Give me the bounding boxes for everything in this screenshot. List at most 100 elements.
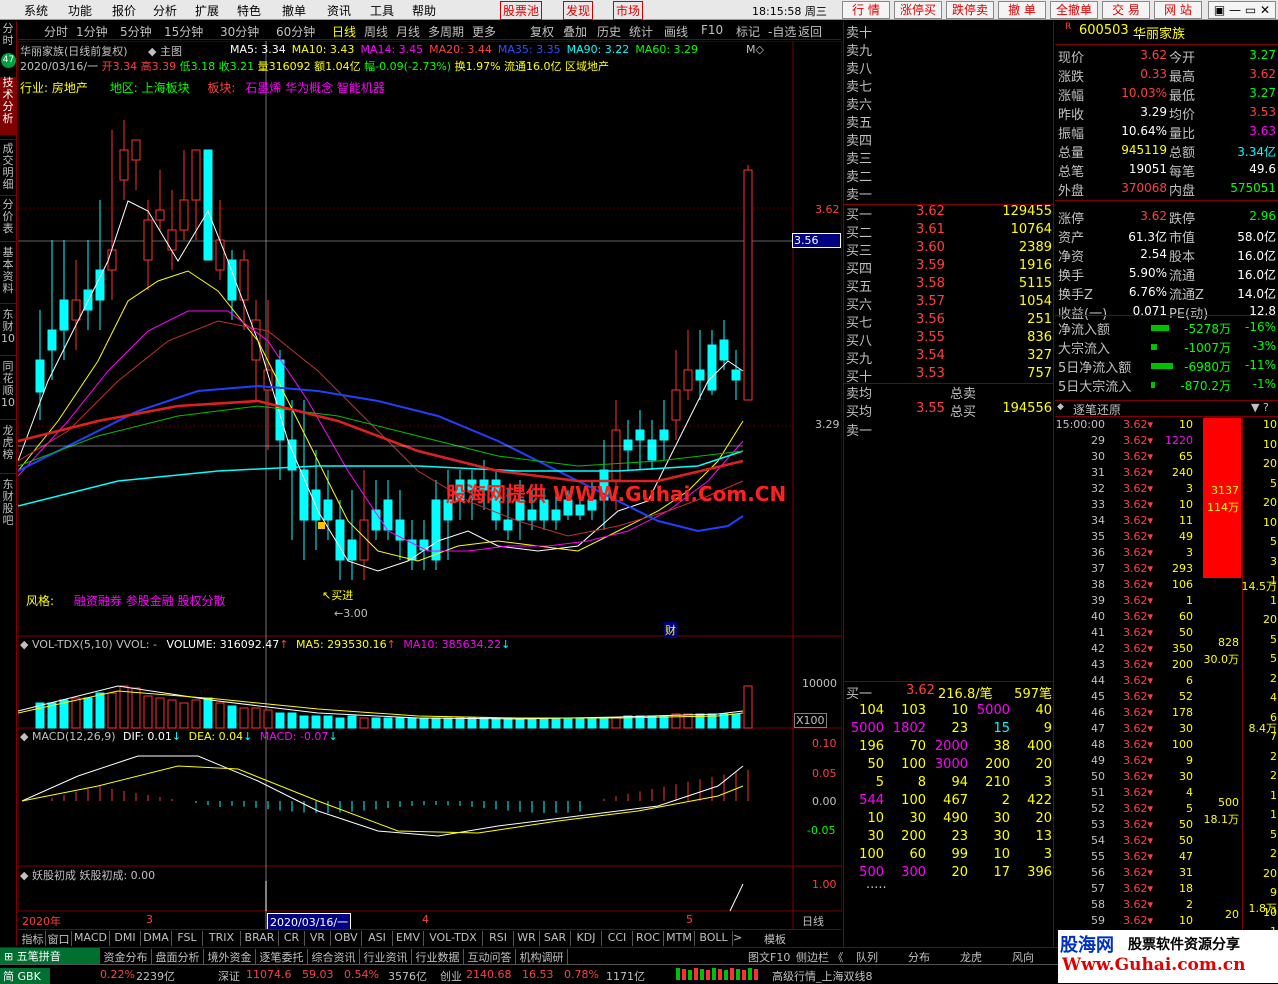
book-tab-0[interactable]: 队列	[856, 949, 878, 965]
buy-level-volume[interactable]: 327	[974, 348, 1052, 363]
buy-level-volume[interactable]: 836	[974, 330, 1052, 345]
indicator-tab-20[interactable]: MTM	[664, 931, 695, 946]
buy-level-price[interactable]: 3.57	[916, 294, 945, 309]
input-method[interactable]: ⊞ 五笔拼音	[0, 948, 100, 964]
buy-level-price[interactable]: 3.62	[916, 204, 945, 219]
book-tab-3[interactable]: 风向	[1012, 949, 1034, 965]
industry-value[interactable]: 房地产	[52, 81, 88, 95]
indicator-tab-13[interactable]: VOL-TDX	[424, 931, 483, 946]
indicator-tab-3[interactable]: DMI	[110, 931, 141, 946]
top-button-3[interactable]: 撤 单	[998, 1, 1046, 19]
period-8[interactable]: 月线	[396, 23, 420, 40]
indicator-tab-0[interactable]: 指标	[20, 931, 46, 946]
period-7[interactable]: 周线	[364, 23, 388, 40]
indicator-tab-15[interactable]: WR	[514, 931, 540, 946]
indicator-tab-19[interactable]: ROC	[633, 931, 664, 946]
indicator-tab-14[interactable]: RSI	[483, 931, 514, 946]
tab-dragon-tiger[interactable]: 龙虎榜	[0, 425, 16, 465]
macd-toggle-icon[interactable]: ◆	[20, 730, 28, 743]
menu-9[interactable]: 帮助	[412, 2, 436, 19]
function-tab-3[interactable]: 逐笔委托	[256, 949, 308, 965]
sidebar-toggle[interactable]: 侧边栏 《	[796, 949, 844, 965]
tool-4[interactable]: 画线	[664, 23, 688, 40]
menu-red-2[interactable]: 市场	[613, 1, 644, 20]
main-chart-toggle[interactable]: ◆ 主图	[148, 43, 182, 59]
book-tab-1[interactable]: 分布	[908, 949, 930, 965]
tool-7[interactable]: -自选	[768, 23, 796, 40]
buy-level-price[interactable]: 3.56	[916, 312, 945, 327]
book-tab-2[interactable]: 龙虎	[960, 949, 982, 965]
indicator-tab-5[interactable]: FSL	[172, 931, 203, 946]
buy-level-volume[interactable]: 757	[974, 366, 1052, 381]
buy-level-volume[interactable]: 2389	[974, 240, 1052, 255]
ime-indicator[interactable]: 简 GBK	[0, 968, 50, 984]
indicator-tab-4[interactable]: DMA	[141, 931, 172, 946]
tick-filter-icon[interactable]: ▼ ?	[1251, 401, 1269, 414]
style-values[interactable]: 融资融券 参股金融 股权分散	[74, 594, 226, 608]
function-tab-5[interactable]: 行业资讯	[360, 949, 412, 965]
function-tab-8[interactable]: 机构调研	[516, 949, 568, 965]
region-value[interactable]: 地区: 上海板块	[110, 81, 190, 95]
indicator-tab-10[interactable]: OBV	[331, 931, 362, 946]
buy-level-price[interactable]: 3.54	[916, 348, 945, 363]
notification-badge[interactable]: 47	[1, 53, 16, 68]
function-tab-7[interactable]: 互动问答	[464, 949, 516, 965]
tab-trade-detail[interactable]: 成交明细	[0, 143, 16, 191]
tab-ths-10[interactable]: 同花顺10	[0, 361, 16, 413]
menu-0[interactable]: 系统	[24, 2, 48, 19]
function-tab-1[interactable]: 盘面分析	[152, 949, 204, 965]
indicator-tab-1[interactable]: 窗口	[46, 931, 72, 946]
buy-level-price[interactable]: 3.58	[916, 276, 945, 291]
tool-5[interactable]: F10	[701, 23, 723, 37]
buy-level-volume[interactable]: 129455	[974, 204, 1052, 219]
menu-4[interactable]: 扩展	[195, 2, 219, 19]
f10-tab[interactable]: 图文F10	[748, 949, 790, 965]
indicator-tab-21[interactable]: BOLL	[695, 931, 733, 946]
function-tab-0[interactable]: 资金分布	[100, 949, 152, 965]
indicator-tab-8[interactable]: CR	[279, 931, 305, 946]
menu-red-1[interactable]: 发现	[563, 1, 594, 20]
menu-1[interactable]: 功能	[68, 2, 92, 19]
period-5[interactable]: 60分钟	[276, 23, 315, 40]
buy-level-volume[interactable]: 251	[974, 312, 1052, 327]
indicator-more-icon[interactable]: >	[733, 931, 742, 944]
menu-2[interactable]: 报价	[112, 2, 136, 19]
buy-level-volume[interactable]: 5115	[974, 276, 1052, 291]
menu-red-0[interactable]: 股票池	[500, 1, 543, 20]
tool-2[interactable]: 历史	[597, 23, 621, 40]
buy-level-volume[interactable]: 1054	[974, 294, 1052, 309]
xaxis-period[interactable]: 日线	[802, 913, 824, 929]
period-2[interactable]: 5分钟	[120, 23, 152, 40]
menu-7[interactable]: 资讯	[327, 2, 351, 19]
period-9[interactable]: 多周期	[428, 23, 464, 40]
yao-toggle-icon[interactable]: ◆	[20, 869, 28, 882]
indicator-tab-16[interactable]: SAR	[540, 931, 571, 946]
template-button[interactable]: 模板	[764, 931, 786, 947]
period-3[interactable]: 15分钟	[164, 23, 203, 40]
function-tab-4[interactable]: 综合资讯	[308, 949, 360, 965]
top-button-2[interactable]: 跌停卖	[946, 1, 994, 19]
tab-price-table[interactable]: 分价表	[0, 199, 16, 237]
indicator-tab-12[interactable]: EMV	[393, 931, 424, 946]
menu-5[interactable]: 特色	[237, 2, 261, 19]
buy-level-price[interactable]: 3.60	[916, 240, 945, 255]
indicator-tab-7[interactable]: BRAR	[241, 931, 279, 946]
buy-level-price[interactable]: 3.53	[916, 366, 945, 381]
top-button-1[interactable]: 涨停买	[894, 1, 942, 19]
indicator-tab-17[interactable]: KDJ	[571, 931, 602, 946]
top-button-6[interactable]: 网 站	[1154, 1, 1202, 19]
tool-8[interactable]: 返回	[798, 23, 822, 40]
tool-3[interactable]: 统计	[629, 23, 653, 40]
buy-level-volume[interactable]: 1916	[974, 258, 1052, 273]
buy-level-price[interactable]: 3.61	[916, 222, 945, 237]
menu-3[interactable]: 分析	[153, 2, 177, 19]
stock-code[interactable]: 600503	[1079, 23, 1129, 38]
window-controls[interactable]: ▣ — ▭ ✕	[1208, 1, 1276, 19]
tab-forum[interactable]: 东财股吧	[0, 479, 16, 539]
indicator-tab-2[interactable]: MACD	[72, 931, 110, 946]
buy-level-volume[interactable]: 10764	[974, 222, 1052, 237]
stock-name[interactable]: 华丽家族	[1133, 23, 1185, 42]
tick-toggle-icon[interactable]: ◆	[1057, 402, 1064, 412]
menu-8[interactable]: 工具	[370, 2, 394, 19]
indicator-tab-18[interactable]: CCI	[602, 931, 633, 946]
